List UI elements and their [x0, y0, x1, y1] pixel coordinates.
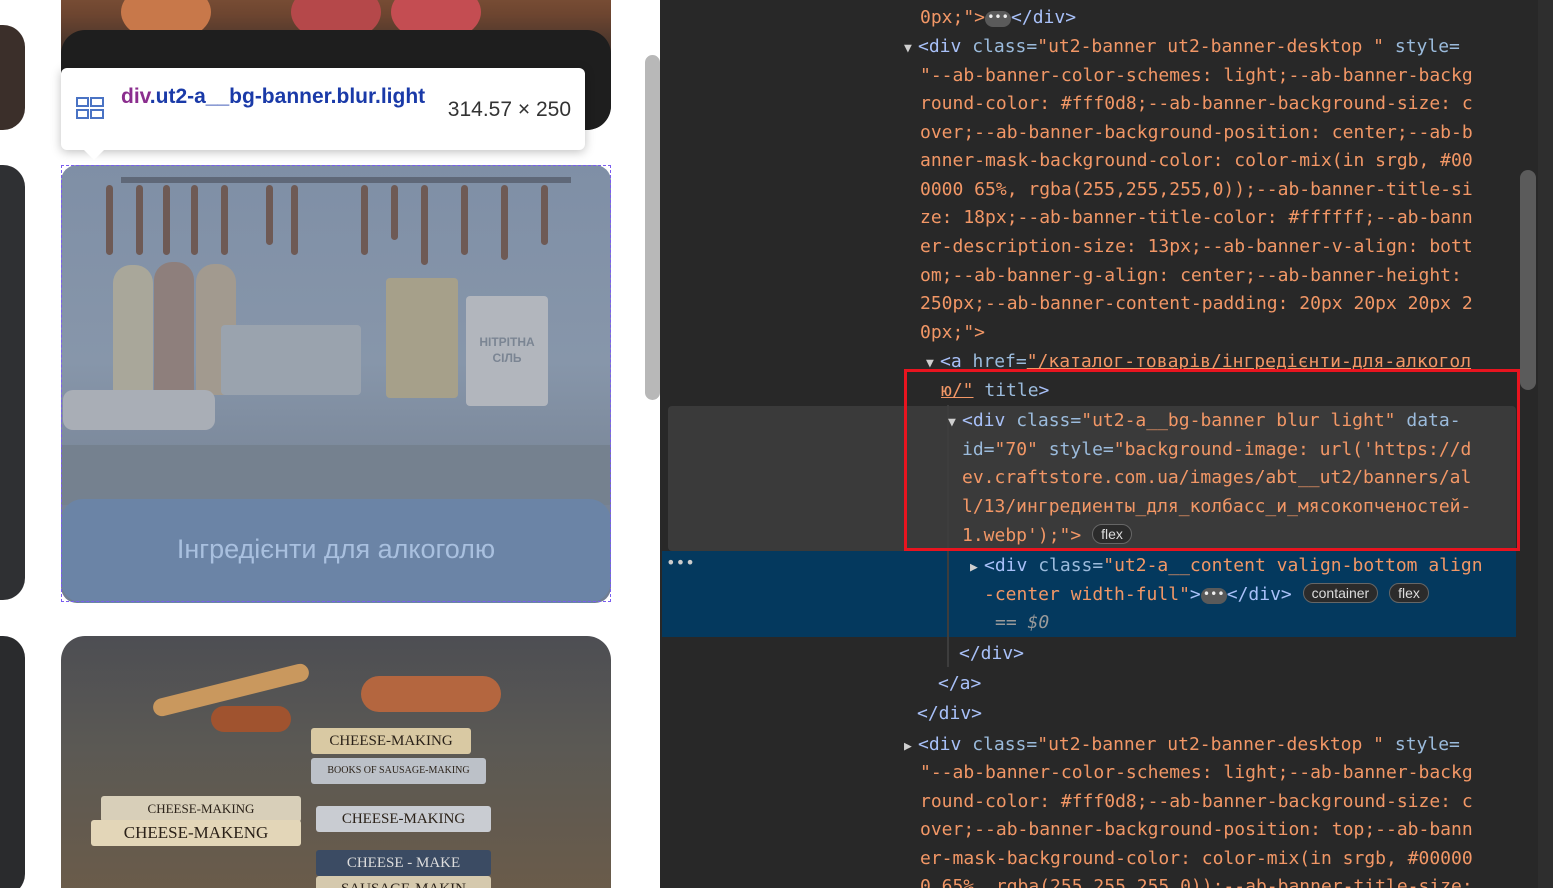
element-inspector-tooltip: div.ut2-a__bg-banner.blur.light 314.57 ×…: [61, 68, 585, 160]
sausage-image: [421, 185, 428, 265]
dom-close-tag[interactable]: </div>: [959, 640, 1024, 668]
tooltip-selector: div.ut2-a__bg-banner.blur.light: [121, 82, 441, 112]
node-actions-dots[interactable]: •••: [666, 553, 695, 572]
banner-card-books[interactable]: CHEESE-MAKING BOOKS OF SAUSAGE-MAKING CH…: [61, 636, 611, 888]
sausage-image: [221, 185, 228, 255]
casing-roll-image: [113, 265, 153, 395]
expand-triangle-icon[interactable]: ▼: [904, 35, 918, 63]
dom-attr-line[interactable]: 250px;--ab-banner-content-padding: 20px …: [920, 290, 1473, 318]
book-spine: CHEESE - MAKE: [316, 850, 491, 876]
flex-badge[interactable]: flex: [1389, 583, 1429, 603]
page-scrollbar[interactable]: [645, 55, 660, 400]
sausage-image: [361, 185, 368, 255]
dom-node-content-selected[interactable]: ▶ <div class="ut2-a__content valign-botto…: [970, 552, 1483, 580]
dom-attr-line[interactable]: anner-mask-background-color: color-mix(i…: [920, 147, 1473, 175]
book-spine: CHEESE-MAKING: [311, 728, 471, 754]
dom-line[interactable]: 0px;"> ••• </div>: [920, 4, 1076, 32]
sausage-image: [391, 185, 398, 240]
selected-node-marker: == $0: [995, 612, 1050, 633]
banner-caption[interactable]: Інгредієнти для алкоголю: [61, 534, 611, 565]
sausage-image: [106, 185, 113, 255]
dom-attr-line[interactable]: om;--ab-banner-g-align: center;--ab-bann…: [920, 262, 1473, 290]
book-spine: CHEESE-MAKENG: [91, 820, 301, 846]
dom-attr-line[interactable]: 0 65%, rgba(255,255,255,0));--ab-banner-…: [920, 873, 1473, 888]
collapse-triangle-icon[interactable]: ▶: [970, 554, 984, 582]
container-badge[interactable]: container: [1302, 583, 1379, 603]
sausage-image: [541, 185, 548, 245]
dom-close-tag[interactable]: </div>: [917, 700, 982, 728]
devtools-side-strip: [1538, 0, 1553, 888]
sausage-image: [266, 185, 273, 245]
dom-attr-line[interactable]: 0000 65%, rgba(255,255,255,0));--ab-bann…: [920, 176, 1473, 204]
dom-attr-line[interactable]: er-description-size: 13px;--ab-banner-v-…: [920, 233, 1473, 261]
sausage-image: [461, 185, 468, 255]
casing-roll-image: [154, 262, 194, 395]
collapsed-ellipsis[interactable]: •••: [1200, 588, 1227, 604]
book-spine: CHEESE-MAKING: [316, 806, 491, 832]
partial-card-left[interactable]: [0, 165, 25, 600]
sausages-image: [361, 676, 501, 712]
book-spine: BOOKS OF SAUSAGE-MAKING: [311, 758, 486, 784]
dom-attr-line[interactable]: "--ab-banner-color-schemes: light;--ab-b…: [920, 62, 1473, 90]
partial-card-left[interactable]: [0, 636, 25, 888]
dom-attr-line[interactable]: er-mask-background-color: color-mix(in s…: [920, 845, 1473, 873]
hanging-rail: [121, 177, 571, 183]
devtools-elements-panel: ••• 0px;"> ••• </div> ▼ <div class="ut2-ban…: [660, 0, 1553, 888]
tooltip-dimensions: 314.57 × 250: [447, 98, 571, 121]
collapsed-ellipsis[interactable]: •••: [985, 11, 1012, 27]
dom-attr-line[interactable]: over;--ab-banner-background-position: ce…: [920, 119, 1473, 147]
tooltip-classes: .ut2-a__bg-banner.blur.light: [149, 85, 426, 108]
dom-attr-line[interactable]: round-color: #fff0d8;--ab-banner-backgro…: [920, 90, 1473, 118]
machine-image: [221, 325, 361, 395]
vacuum-sealer-image: [63, 390, 215, 430]
tooltip-tag: div: [121, 85, 150, 108]
flex-layout-icon: [76, 97, 104, 119]
dom-attr-line[interactable]: over;--ab-banner-background-position: to…: [920, 816, 1473, 844]
dom-close-tag[interactable]: </a>: [938, 670, 981, 698]
dom-attr-line[interactable]: -center width-full"> ••• </div> container …: [984, 581, 1429, 609]
dom-attr-line[interactable]: round-color: #fff0d8;--ab-banner-backgro…: [920, 788, 1473, 816]
sausage-image: [191, 185, 198, 255]
page-preview: НІТРІТНА СІЛЬ Інгредієнти для алкоголю C…: [0, 0, 660, 888]
pouch-image: [386, 278, 458, 398]
devtools-scrollbar[interactable]: [1520, 170, 1536, 390]
nitrite-salt-pouch: НІТРІТНА СІЛЬ: [466, 296, 548, 406]
partial-card-left[interactable]: [0, 25, 25, 130]
dom-node-banner1[interactable]: ▼ <div class="ut2-banner ut2-banner-deskt…: [904, 33, 1460, 61]
pouch-label: НІТРІТНА СІЛЬ: [479, 335, 535, 365]
sausage-image: [291, 185, 298, 255]
book-spine: CHEESE-MAKING: [101, 796, 301, 822]
sausage-image: [163, 185, 170, 255]
sausages-image: [211, 706, 291, 732]
sausage-image: [501, 185, 508, 260]
dom-attr-line[interactable]: "--ab-banner-color-schemes: light;--ab-b…: [920, 759, 1473, 787]
annotation-red-box: [904, 369, 1520, 551]
book-spine: SAUSAGE-MAKIN: [316, 876, 491, 888]
dom-node-banner2[interactable]: ▶ <div class="ut2-banner ut2-banner-deskt…: [904, 731, 1460, 759]
banner-card-alcohol-ingredients[interactable]: НІТРІТНА СІЛЬ Інгредієнти для алкоголю: [61, 165, 611, 603]
table-surface: [61, 445, 611, 505]
dom-attr-line[interactable]: ze: 18px;--ab-banner-title-color: #fffff…: [920, 204, 1473, 232]
dom-attr-line[interactable]: 0px;">: [920, 319, 985, 347]
collapse-triangle-icon[interactable]: ▶: [904, 733, 918, 761]
sausage-image: [136, 185, 143, 255]
